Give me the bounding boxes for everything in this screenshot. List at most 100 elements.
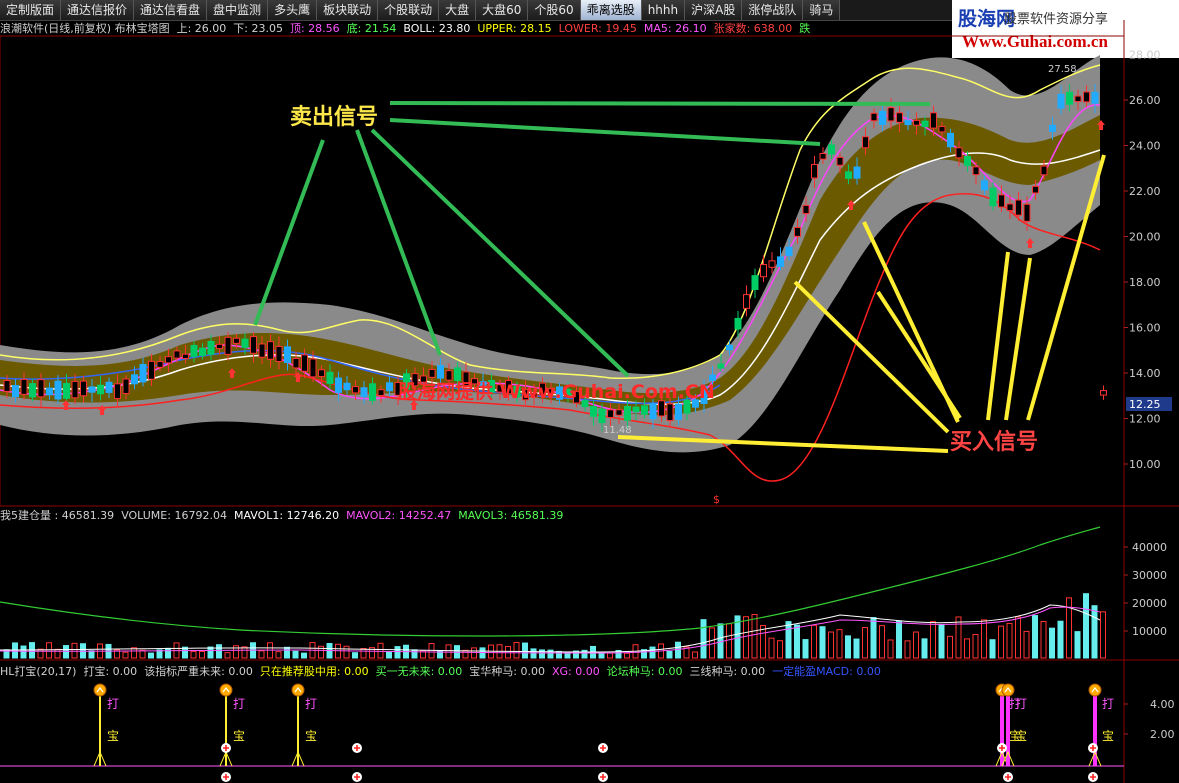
price-axis-label: 10.00 <box>1129 458 1161 471</box>
candle <box>607 409 614 418</box>
tab-2[interactable]: 通达信看盘 <box>134 0 208 20</box>
signal-axis-label: 2.00 <box>1150 728 1175 741</box>
tab-14[interactable]: 骑马 <box>803 0 841 20</box>
volume-bar <box>930 621 936 659</box>
candle <box>80 380 87 397</box>
chart-canvas[interactable]: 27.58 11.48 $ 卖出信号 买入信号 股海网提供 Www.Guhai.… <box>0 20 1179 783</box>
tab-11[interactable]: hhhh <box>641 0 686 20</box>
candle <box>930 112 937 129</box>
candle <box>751 275 759 291</box>
tab-9[interactable]: 个股60 <box>528 0 581 20</box>
tab-3[interactable]: 盘中监测 <box>207 0 269 20</box>
tab-7[interactable]: 大盘 <box>439 0 477 20</box>
candle <box>709 374 716 381</box>
candle <box>590 406 597 417</box>
candle <box>88 386 96 393</box>
volume-bar <box>445 644 452 659</box>
candle <box>343 382 351 391</box>
volume-bar <box>777 640 783 659</box>
candle <box>1049 124 1056 132</box>
candle <box>649 403 657 420</box>
volume-bar <box>556 650 562 659</box>
volume-bar <box>386 651 392 659</box>
tab-12[interactable]: 沪深A股 <box>685 0 743 20</box>
tab-0[interactable]: 定制版面 <box>0 0 62 20</box>
candle <box>12 385 19 398</box>
volume-bar <box>241 646 248 659</box>
volume-bar <box>921 638 928 659</box>
price-axis-top-label: 28.00 <box>1129 49 1161 62</box>
candle <box>1074 95 1082 102</box>
candle <box>71 380 79 399</box>
volume-bar <box>828 631 834 659</box>
candle <box>981 180 988 191</box>
volume-bar <box>258 650 265 659</box>
watermark-text: 股海网提供 Www.Guhai.Com.CN <box>398 380 715 403</box>
candle <box>819 153 827 160</box>
volume-bar <box>700 619 707 659</box>
volume-bar <box>71 642 78 659</box>
candle <box>955 147 963 159</box>
candle <box>845 171 852 179</box>
candle <box>54 380 62 400</box>
volume-bar <box>1100 611 1106 659</box>
candle <box>1032 185 1039 194</box>
volume-bar <box>275 651 282 659</box>
candle <box>428 368 436 378</box>
candle <box>216 343 223 349</box>
volume-bar <box>88 650 95 659</box>
candle <box>624 405 631 421</box>
candle <box>658 400 665 417</box>
candle <box>275 345 283 362</box>
volume-bar <box>743 616 749 659</box>
volume-bar <box>1006 622 1013 659</box>
volume-bar <box>972 633 979 659</box>
volume-bar <box>887 639 894 659</box>
volume-bar <box>46 642 52 659</box>
volume-bar <box>709 627 715 659</box>
volume-bar <box>666 650 673 659</box>
candle <box>785 246 793 257</box>
candle <box>853 166 861 179</box>
tab-10[interactable]: 乖离选股 <box>580 0 642 20</box>
volume-bar <box>207 646 214 659</box>
candle <box>1100 390 1107 396</box>
tab-4[interactable]: 多头鹰 <box>268 0 318 20</box>
candle <box>726 344 733 351</box>
volume-bar <box>1074 631 1081 659</box>
dabao-label-a: 打 <box>1015 697 1027 711</box>
volume-bar <box>54 648 61 659</box>
volume-axis-label: 40000 <box>1132 541 1167 554</box>
volume-bar <box>1023 630 1030 659</box>
candle <box>369 383 376 401</box>
candle <box>734 317 742 330</box>
candle <box>743 294 750 309</box>
candle <box>131 374 138 385</box>
tab-8[interactable]: 大盘60 <box>476 0 529 20</box>
volume-bar <box>913 631 919 659</box>
volume-bar <box>292 650 299 659</box>
candle <box>3 380 11 392</box>
candle <box>190 344 198 357</box>
candle <box>989 187 997 207</box>
volume-bar <box>394 646 401 659</box>
tab-1[interactable]: 通达信报价 <box>61 0 135 20</box>
volume-bar <box>522 642 528 659</box>
volume-bar <box>981 619 987 659</box>
tab-13[interactable]: 涨停战队 <box>742 0 804 20</box>
signal-axis-label: 4.00 <box>1150 698 1175 711</box>
volume-bar <box>377 642 384 659</box>
volume-bar <box>411 649 418 659</box>
volume-bar <box>964 638 970 659</box>
tab-6[interactable]: 个股联动 <box>378 0 440 20</box>
volume-bar <box>607 652 613 659</box>
candle <box>114 383 121 400</box>
tab-5[interactable]: 板块联动 <box>317 0 379 20</box>
price-axis-label: 20.00 <box>1129 231 1161 244</box>
candle <box>879 110 886 126</box>
candle <box>666 403 674 422</box>
candle <box>1040 165 1048 176</box>
volume-bar <box>513 641 520 659</box>
candle <box>964 155 971 166</box>
candle <box>301 354 308 372</box>
